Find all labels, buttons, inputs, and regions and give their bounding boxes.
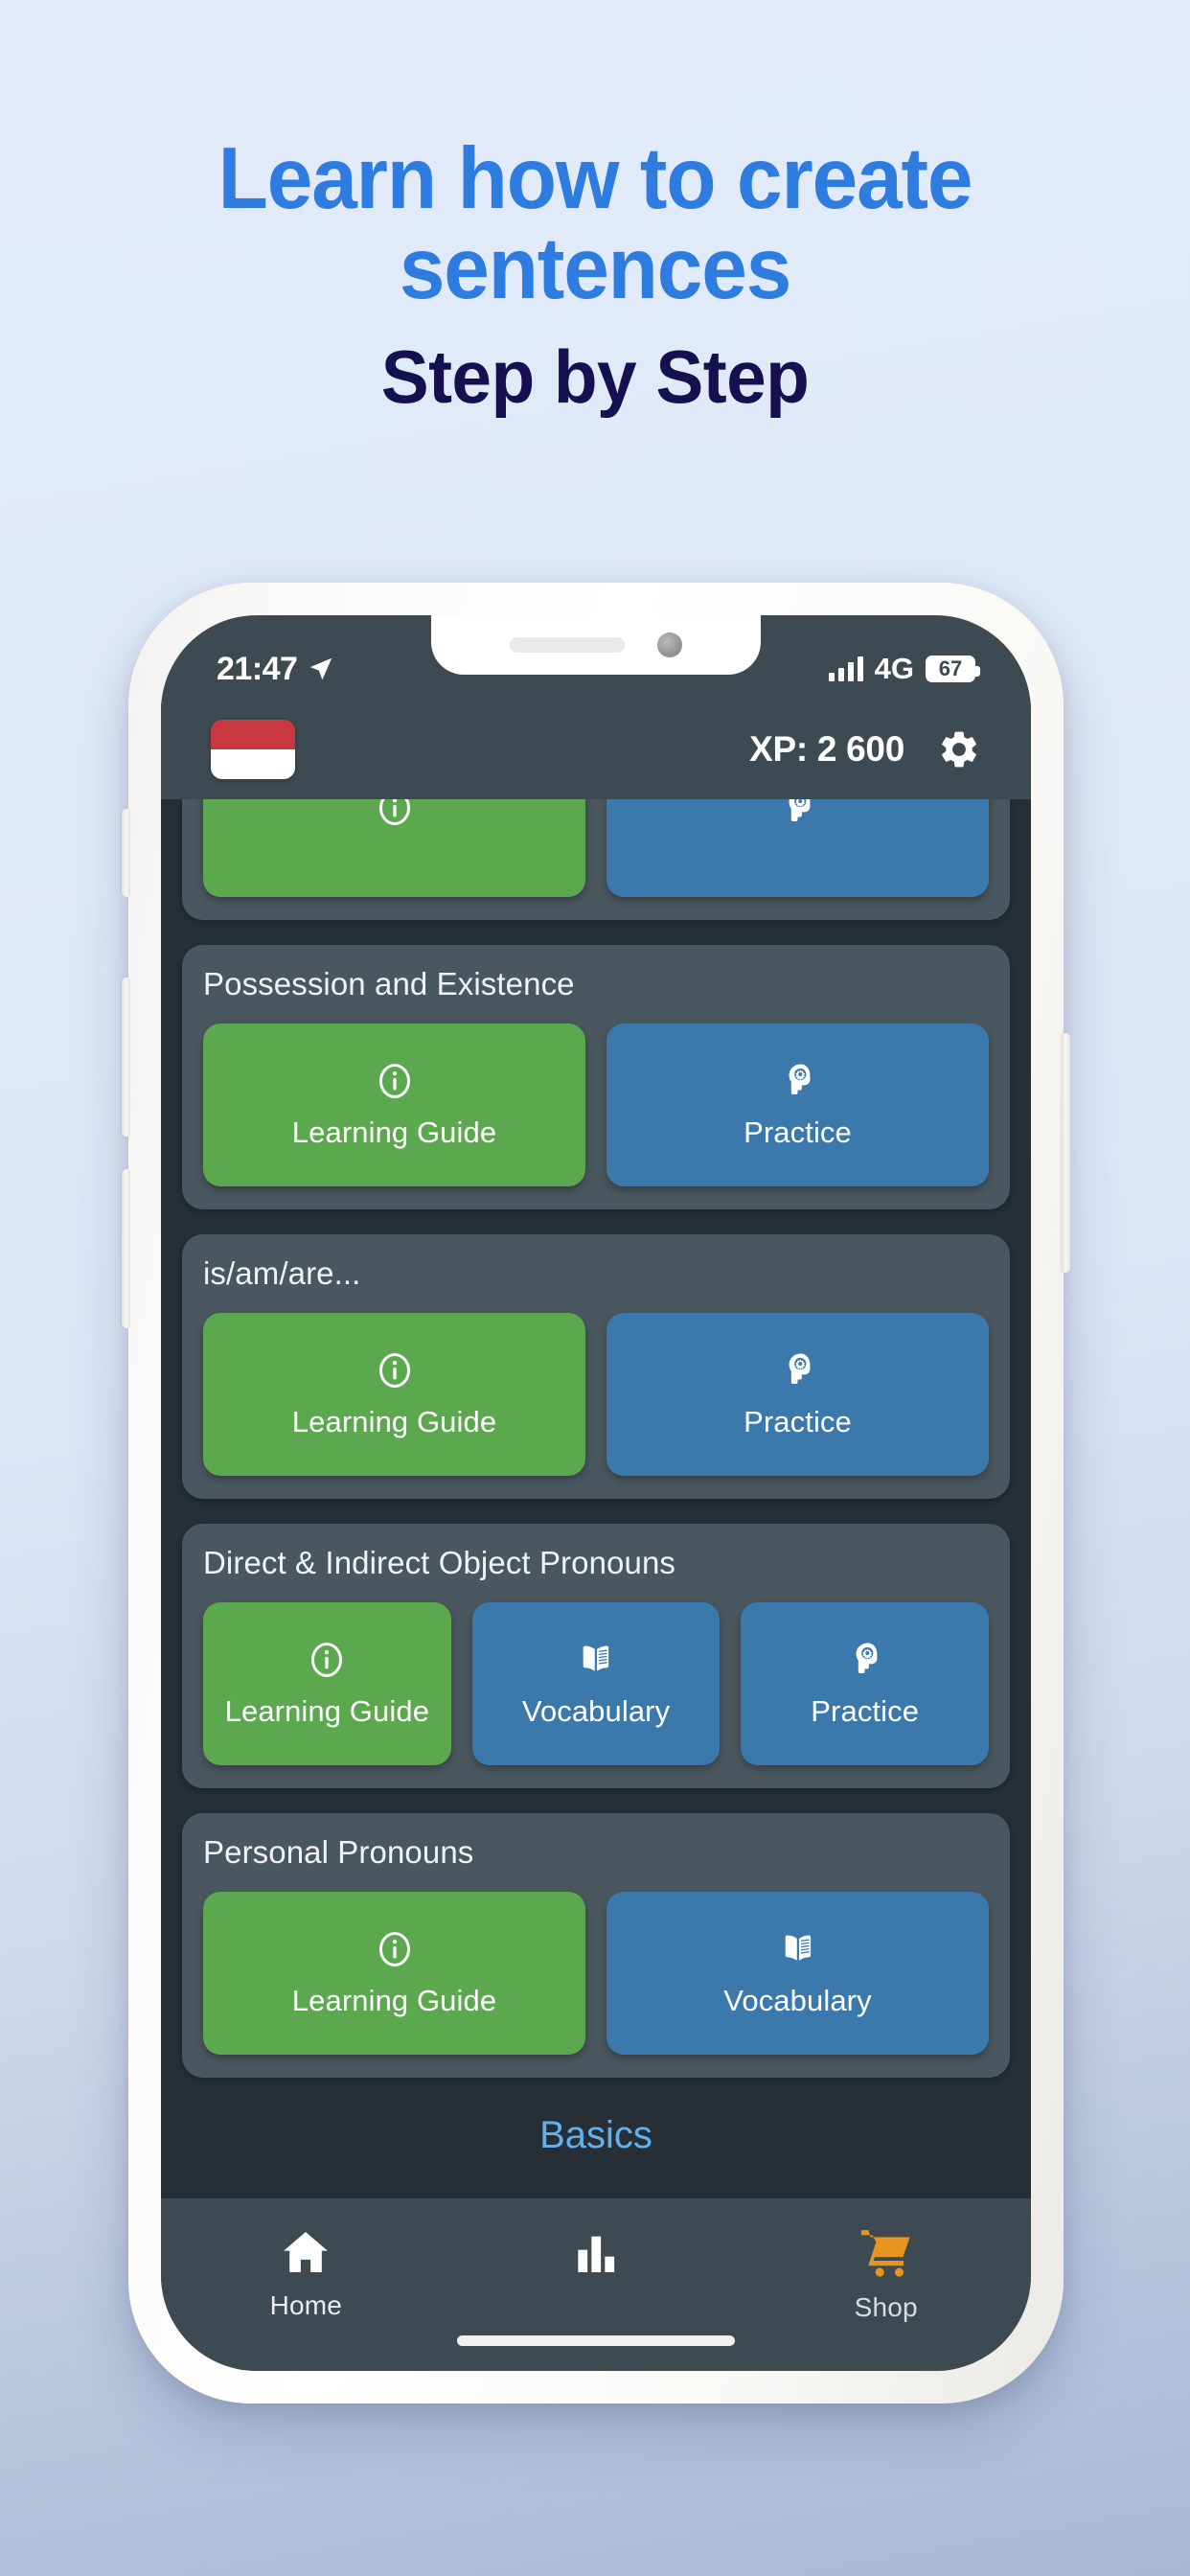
flag-stripe-white xyxy=(211,749,295,779)
topic-card: Personal Pronouns Learning Guide Vocabular… xyxy=(182,1813,1010,2078)
nav-item-stats[interactable] xyxy=(451,2225,742,2290)
topic-title: Possession and Existence xyxy=(203,966,575,1001)
topic-card: Direct & Indirect Object Pronouns Learnin… xyxy=(182,1524,1010,1788)
topic-card: is/am/are... Learning Guide Practice xyxy=(182,1234,1010,1499)
phone-notch xyxy=(431,615,761,675)
topic-action-label: Vocabulary xyxy=(521,1693,671,1728)
topic-action-label: Learning Guide xyxy=(291,1404,497,1438)
promo-screenshot: Learn how to create sentences Step by St… xyxy=(0,0,1190,2576)
brain-gear-icon xyxy=(856,1643,878,1673)
brain-gear-icon xyxy=(789,1064,810,1094)
topic-button-row xyxy=(203,799,989,897)
xp-label: XP: 2 600 xyxy=(749,729,904,769)
phone-mockup: 21:47 4G 67 XP: 2 600 Possession and Exi… xyxy=(122,583,1070,2404)
status-clock: 21:47 xyxy=(217,650,298,687)
headline-line-1: Learn how to create xyxy=(217,130,973,227)
topic-action-label: Vocabulary xyxy=(723,1983,872,2017)
indonesia-flag-icon[interactable] xyxy=(211,720,295,779)
topic-action-button[interactable]: Learning Guide xyxy=(203,1892,585,2055)
app-header-right: XP: 2 600 xyxy=(749,727,981,771)
topic-action-label: Practice xyxy=(744,1404,852,1438)
brain-gear-icon xyxy=(789,799,810,821)
topic-title: Personal Pronouns xyxy=(203,1834,474,1870)
topics-scroll-area[interactable]: Possession and Existence Learning Guide Pr… xyxy=(161,799,1031,2198)
topic-title: Direct & Indirect Object Pronouns xyxy=(203,1545,676,1580)
topic-action-button[interactable]: Practice xyxy=(741,1602,990,1765)
gear-icon[interactable] xyxy=(937,727,981,771)
shopping-cart-icon xyxy=(860,2230,910,2277)
info-icon xyxy=(311,1642,343,1677)
location-arrow-icon xyxy=(310,657,332,680)
topic-button-row: Learning Guide Vocabulary xyxy=(203,1892,989,2055)
volume-down-button[interactable] xyxy=(122,1169,130,1328)
home-indicator[interactable] xyxy=(457,2335,735,2346)
topic-card xyxy=(182,799,1010,920)
status-bar-left: 21:47 xyxy=(217,651,335,688)
brain-gear-icon xyxy=(789,1353,810,1384)
volume-up-button[interactable] xyxy=(122,978,130,1137)
topic-button-row: Learning Guide Vocabulary Practice xyxy=(203,1602,990,1765)
topic-action-button[interactable] xyxy=(606,799,989,897)
topic-action-button[interactable]: Learning Guide xyxy=(203,1313,585,1476)
book-icon xyxy=(583,1645,609,1671)
info-icon xyxy=(378,1352,410,1388)
signal-bars-icon xyxy=(828,656,863,681)
section-label: Basics xyxy=(539,2114,652,2156)
topic-button-row: Learning Guide Practice xyxy=(203,1024,989,1186)
topic-action-button[interactable]: Vocabulary xyxy=(606,1892,989,2055)
book-icon xyxy=(785,1935,811,1961)
topic-title: is/am/are... xyxy=(203,1255,361,1291)
topic-action-label: Learning Guide xyxy=(291,1115,497,1149)
status-bar-right: 4G 67 xyxy=(828,652,980,686)
topic-action-label: Practice xyxy=(744,1115,852,1149)
topic-action-label: Practice xyxy=(811,1693,920,1728)
nav-label-shop: Shop xyxy=(854,2292,918,2322)
topic-action-label: Learning Guide xyxy=(291,1983,497,2017)
app-header: XP: 2 600 xyxy=(161,700,1031,799)
flag-stripe-red xyxy=(211,720,295,749)
silent-switch-button[interactable] xyxy=(122,809,130,897)
home-icon xyxy=(284,2232,329,2272)
power-button[interactable] xyxy=(1062,1033,1070,1273)
headline-line-3: Step by Step xyxy=(380,334,810,420)
topic-action-button[interactable]: Practice xyxy=(606,1024,989,1186)
headline-line-2: sentences xyxy=(399,219,791,317)
battery-icon: 67 xyxy=(926,656,980,682)
topic-action-button[interactable]: Learning Guide xyxy=(203,1602,451,1765)
topic-card: Possession and Existence Learning Guide Pr… xyxy=(182,945,1010,1209)
info-icon xyxy=(378,799,410,825)
nav-item-shop[interactable]: Shop xyxy=(741,2225,1031,2323)
topic-button-row: Learning Guide Practice xyxy=(203,1313,989,1476)
battery-percent-label: 67 xyxy=(938,656,963,680)
nav-item-home[interactable]: Home xyxy=(161,2225,451,2321)
earpiece-speaker-icon xyxy=(510,637,625,653)
topic-action-button[interactable]: Vocabulary xyxy=(471,1602,721,1765)
topic-action-button[interactable]: Practice xyxy=(606,1313,989,1476)
bar-chart-icon xyxy=(578,2236,615,2272)
topic-action-button[interactable]: Learning Guide xyxy=(203,1024,585,1186)
info-icon xyxy=(378,1931,410,1966)
nav-label-home: Home xyxy=(269,2290,343,2320)
promo-headline: Learn how to create sentences Step by St… xyxy=(0,134,1190,417)
topic-action-label: Learning Guide xyxy=(224,1693,430,1728)
topic-action-button[interactable] xyxy=(203,799,585,897)
phone-screen: 21:47 4G 67 XP: 2 600 Possession and Exi… xyxy=(161,615,1031,2371)
info-icon xyxy=(378,1063,410,1098)
front-camera-icon xyxy=(657,632,682,657)
network-type-label: 4G xyxy=(874,652,914,685)
